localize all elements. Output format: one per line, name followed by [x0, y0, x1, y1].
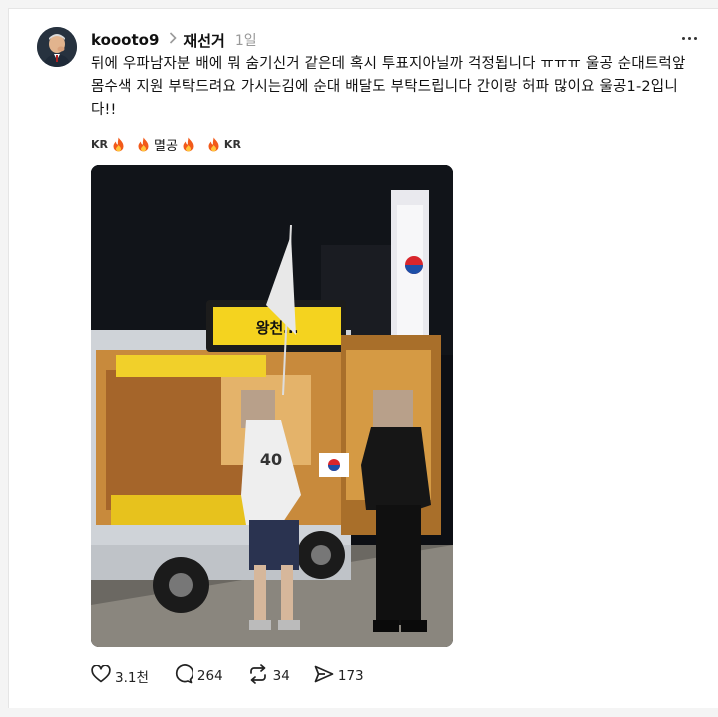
more-icon[interactable] — [675, 27, 703, 49]
repost-count: 34 — [272, 668, 290, 684]
share-button[interactable]: 173 — [314, 665, 364, 687]
fire-icon — [112, 137, 125, 152]
post-header: koooto9 재선거 1일 — [91, 29, 257, 51]
fire-icon — [182, 137, 195, 152]
topic-link[interactable]: 재선거 — [183, 30, 224, 51]
repost-button[interactable]: 34 — [247, 664, 290, 688]
avatar[interactable] — [37, 27, 77, 67]
night-food-truck-photo: 왕천… 40 — [91, 165, 453, 647]
timestamp[interactable]: 1일 — [235, 30, 257, 50]
comment-icon — [173, 664, 197, 688]
heart-icon — [91, 664, 115, 687]
chevron-right-icon — [169, 32, 178, 48]
tag-label[interactable]: 멸공 — [154, 135, 178, 154]
tag-kr: KR — [91, 138, 108, 151]
fire-icon — [137, 137, 150, 152]
shirt-number: 40 — [260, 450, 282, 469]
repost-icon — [247, 664, 273, 688]
tag-kr: KR — [223, 138, 241, 151]
comment-count: 264 — [196, 668, 223, 684]
fire-icon — [207, 137, 220, 152]
action-bar: 3.1천 264 34 173 — [91, 664, 388, 688]
username[interactable]: koooto9 — [91, 31, 159, 49]
like-button[interactable]: 3.1천 — [91, 664, 149, 687]
comment-button[interactable]: 264 — [173, 664, 223, 688]
share-icon — [314, 665, 338, 687]
post-body: 뒤에 우파남자분 배에 뭐 숨기신거 같은데 혹시 투표지아닐까 걱정됩니다 ㅠ… — [91, 56, 686, 118]
share-count: 173 — [337, 668, 364, 684]
like-count: 3.1천 — [115, 670, 149, 686]
post-photo[interactable]: 왕천… 40 — [91, 165, 453, 647]
post-card: koooto9 재선거 1일 뒤에 우파남자분 배에 뭐 숨기신거 같은데 혹시… — [8, 8, 718, 708]
post-tags: KR 멸공 KR — [91, 135, 241, 154]
